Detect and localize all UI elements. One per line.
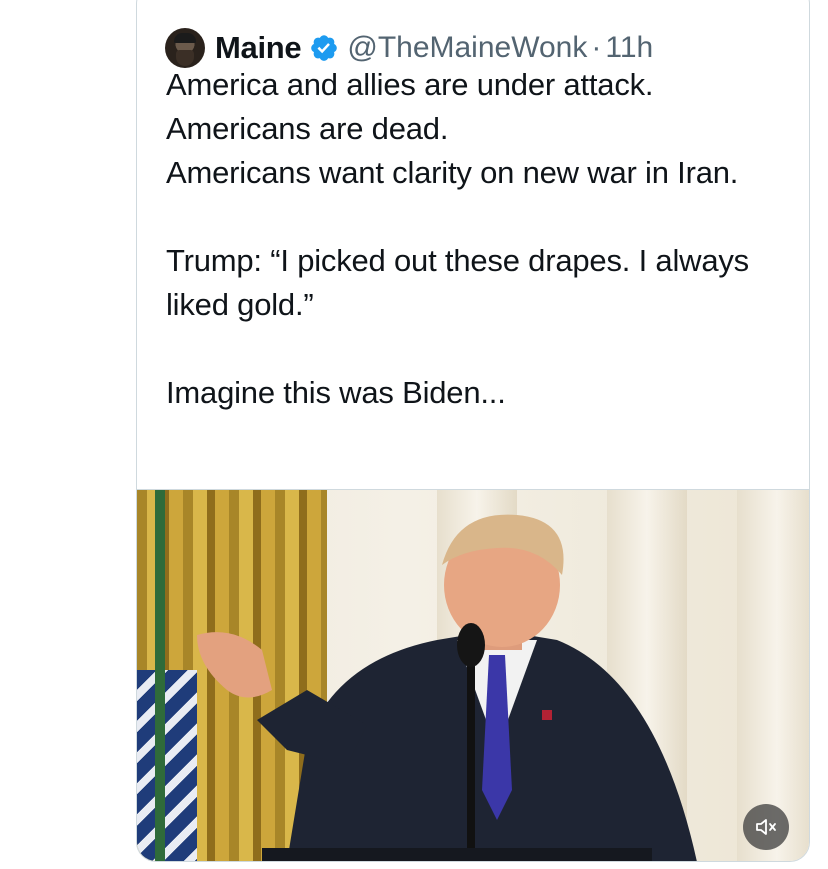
mute-toggle-button[interactable] xyxy=(743,804,789,850)
tweet-timestamp[interactable]: 11h xyxy=(605,31,653,65)
tweet-quote: Trump: “I picked out these drapes. I alw… xyxy=(166,243,749,322)
tweet-line: America and allies are under attack. xyxy=(166,67,654,102)
verified-badge-icon xyxy=(311,35,338,61)
tweet-card[interactable]: Maine @TheMaineWonk · 11h America and al… xyxy=(136,0,810,862)
video-speaker xyxy=(197,514,697,861)
author-handle[interactable]: @TheMaineWonk xyxy=(347,31,587,65)
volume-muted-icon xyxy=(756,819,776,835)
tweet-video[interactable] xyxy=(137,489,809,861)
author-name[interactable]: Maine xyxy=(215,30,302,66)
tweet-closing: Imagine this was Biden... xyxy=(166,375,506,410)
tweet-line: Americans want clarity on new war in Ira… xyxy=(166,155,739,190)
separator-dot: · xyxy=(591,31,602,64)
tweet-line: Americans are dead. xyxy=(166,111,449,146)
tweet-text: America and allies are under attack. Ame… xyxy=(166,63,766,415)
author-avatar[interactable] xyxy=(165,28,205,68)
